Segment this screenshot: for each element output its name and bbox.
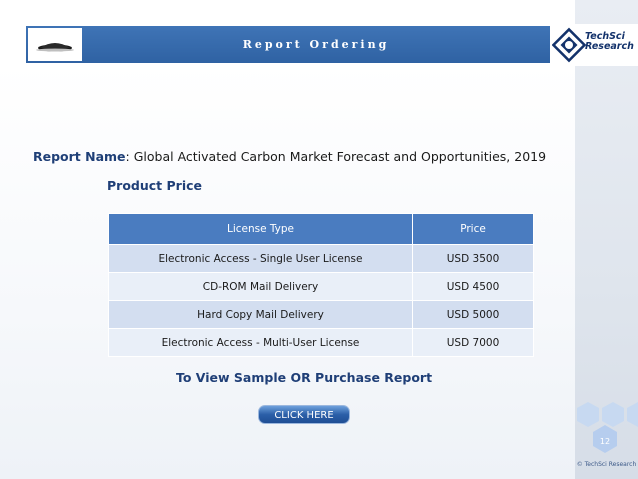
copyright-text: © TechSci Research bbox=[576, 461, 637, 468]
header-logo-box bbox=[28, 28, 82, 61]
license-type-cell: Electronic Access - Single User License bbox=[108, 244, 413, 273]
hexagon-decoration bbox=[577, 402, 638, 453]
table-row: Electronic Access - Multi-User License U… bbox=[108, 328, 534, 357]
price-cell: USD 7000 bbox=[412, 328, 534, 357]
report-name-label: Report Name bbox=[33, 149, 126, 164]
hexagon-shape bbox=[577, 402, 599, 427]
column-header-price: Price bbox=[412, 213, 534, 245]
coal-pile-icon bbox=[36, 43, 74, 52]
table-row: Hard Copy Mail Delivery USD 5000 bbox=[108, 300, 534, 329]
brand-name: TechSci Research bbox=[585, 32, 638, 52]
table-header-row: License Type Price bbox=[108, 213, 534, 245]
report-name: Report Name: Global Activated Carbon Mar… bbox=[33, 149, 546, 164]
report-name-separator: : bbox=[125, 149, 134, 164]
product-price-heading: Product Price bbox=[107, 178, 202, 193]
hexagon-shape bbox=[602, 402, 624, 427]
report-name-value: Global Activated Carbon Market Forecast … bbox=[133, 149, 547, 164]
price-cell: USD 3500 bbox=[412, 244, 534, 273]
cta-heading: To View Sample OR Purchase Report bbox=[176, 370, 433, 385]
license-type-cell: CD-ROM Mail Delivery bbox=[108, 272, 413, 301]
page-number: 12 bbox=[599, 437, 611, 446]
column-header-license-type: License Type bbox=[108, 213, 413, 245]
page-title: Report Ordering bbox=[242, 38, 390, 51]
pricing-table: License Type Price Electronic Access - S… bbox=[108, 213, 534, 357]
price-cell: USD 4500 bbox=[412, 272, 534, 301]
price-cell: USD 5000 bbox=[412, 300, 534, 329]
table-row: CD-ROM Mail Delivery USD 4500 bbox=[108, 272, 534, 301]
brand-line-2: Research bbox=[585, 41, 634, 52]
license-type-cell: Electronic Access - Multi-User License bbox=[108, 328, 413, 357]
click-here-button[interactable]: CLICK HERE bbox=[258, 405, 350, 424]
hexagon-shape bbox=[627, 402, 638, 427]
license-type-cell: Hard Copy Mail Delivery bbox=[108, 300, 413, 329]
table-row: Electronic Access - Single User License … bbox=[108, 244, 534, 273]
